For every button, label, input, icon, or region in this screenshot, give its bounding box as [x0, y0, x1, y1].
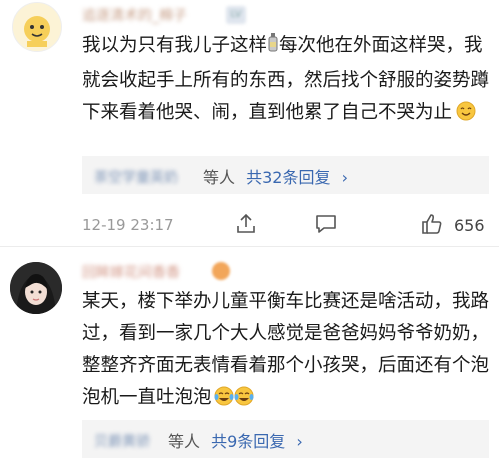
- reply-summary[interactable]: 等人 共32条回复 ›: [203, 164, 348, 188]
- chevron-right-icon: ›: [296, 432, 303, 451]
- chevron-right-icon: ›: [341, 168, 348, 187]
- thumbs-up-icon[interactable]: [420, 212, 444, 236]
- comment-text-part-1: 我以为只有我儿子这样: [82, 35, 268, 56]
- comment-2: 回眸嫁花间香香 某天，楼下举办儿童平衡车比赛还是啥活动，我路过，看到一家几个大人…: [0, 248, 499, 476]
- bottle-emoji-icon: [267, 32, 279, 65]
- comment-text-body: 某天，楼下举办儿童平衡车比赛还是啥活动，我路过，看到一家几个大人感觉是爸爸妈妈爷…: [82, 291, 490, 408]
- reply-suffix-label: 等人: [203, 168, 236, 187]
- share-icon[interactable]: [234, 212, 258, 236]
- reply-suffix-label: 等人: [168, 432, 201, 451]
- comment-1: 追逐清术的_棉子 LV 我以为只有我儿子这样 每次他在外面这样哭，我就会收起手上所…: [0, 0, 499, 245]
- username[interactable]: 回眸嫁花间香香: [82, 264, 180, 282]
- portrait-avatar-icon: [10, 262, 62, 314]
- comment-text: 我以为只有我儿子这样 每次他在外面这样哭，我就会收起手上所有的东西，然后找个舒服的…: [82, 30, 492, 132]
- like-count: 656: [454, 216, 485, 235]
- reply-preview[interactable]: 茶空学童英奶 等人 共32条回复 ›: [82, 156, 489, 194]
- reply-usernames[interactable]: 茶空学童英奶: [94, 167, 178, 187]
- username[interactable]: 追逐清术的_棉子: [82, 7, 187, 25]
- reply-summary[interactable]: 等人 共9条回复 ›: [168, 428, 303, 452]
- reply-count-link[interactable]: 共9条回复: [211, 432, 285, 451]
- reply-count-link[interactable]: 共32条回复: [246, 168, 330, 187]
- comment-meta: 12-19 23:17 656: [82, 212, 492, 240]
- vip-badge-icon: [212, 262, 230, 280]
- reply-usernames[interactable]: 贝爵黄骄: [94, 431, 150, 451]
- cartoon-avatar-icon: [13, 3, 61, 51]
- comment-icon[interactable]: [314, 212, 338, 236]
- comment-text: 某天，楼下举办儿童平衡车比赛还是啥活动，我路过，看到一家几个大人感觉是爸爸妈妈爷…: [82, 286, 492, 417]
- avatar[interactable]: [10, 262, 62, 314]
- divider: [0, 246, 499, 247]
- smile-emoji-icon: [456, 100, 476, 132]
- reply-preview[interactable]: 贝爵黄骄 等人 共9条回复 ›: [82, 420, 489, 458]
- level-badge: LV: [226, 6, 246, 24]
- avatar[interactable]: [12, 2, 62, 52]
- tears-of-joy-emoji-icon: [214, 385, 254, 417]
- timestamp: 12-19 23:17: [82, 216, 174, 234]
